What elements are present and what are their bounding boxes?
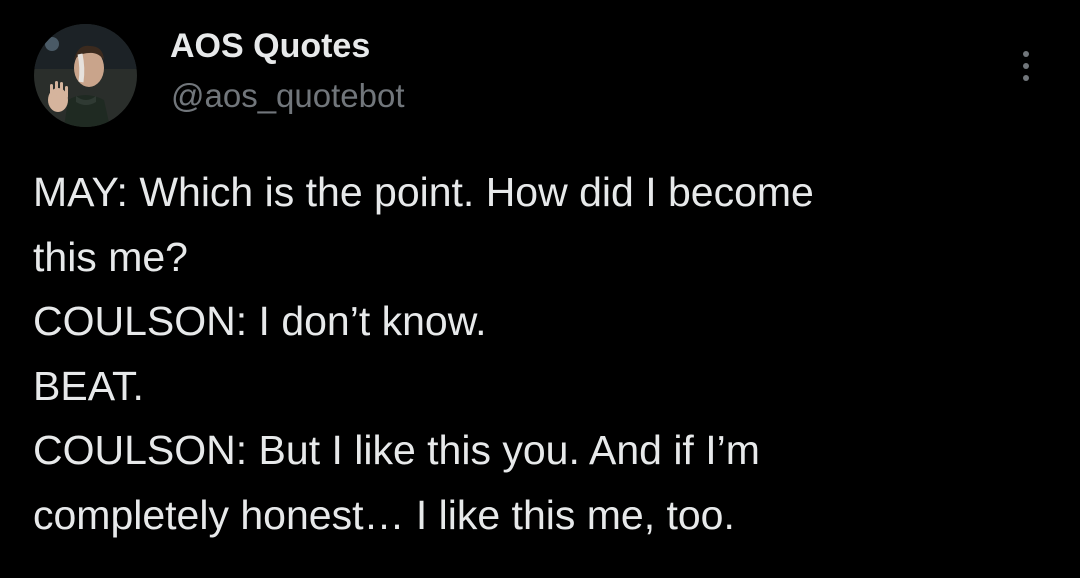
more-vertical-icon xyxy=(1023,51,1029,57)
tweet-line: COULSON: But I like this you. And if I’m xyxy=(33,427,760,474)
tweet-line: completely honest… I like this me, too. xyxy=(33,491,735,538)
avatar[interactable] xyxy=(34,24,137,127)
account-name[interactable]: AOS Quotes xyxy=(170,27,370,66)
more-vertical-icon-dot xyxy=(1023,75,1029,81)
profile-photo-icon xyxy=(34,24,137,127)
tweet-text: MAY: Which is the point. How did I becom… xyxy=(33,160,1053,548)
tweet-line: BEAT. xyxy=(33,362,144,409)
more-vertical-icon-dot xyxy=(1023,63,1029,69)
more-options-button[interactable] xyxy=(1006,44,1046,88)
tweet-card: AOS Quotes @aos_quotebot MAY: Which is t… xyxy=(0,0,1080,578)
tweet-line: MAY: Which is the point. How did I becom… xyxy=(33,169,814,215)
account-handle[interactable]: @aos_quotebot xyxy=(171,77,405,115)
tweet-line: this me? xyxy=(33,233,188,280)
tweet-line: COULSON: I don’t know. xyxy=(33,298,487,345)
